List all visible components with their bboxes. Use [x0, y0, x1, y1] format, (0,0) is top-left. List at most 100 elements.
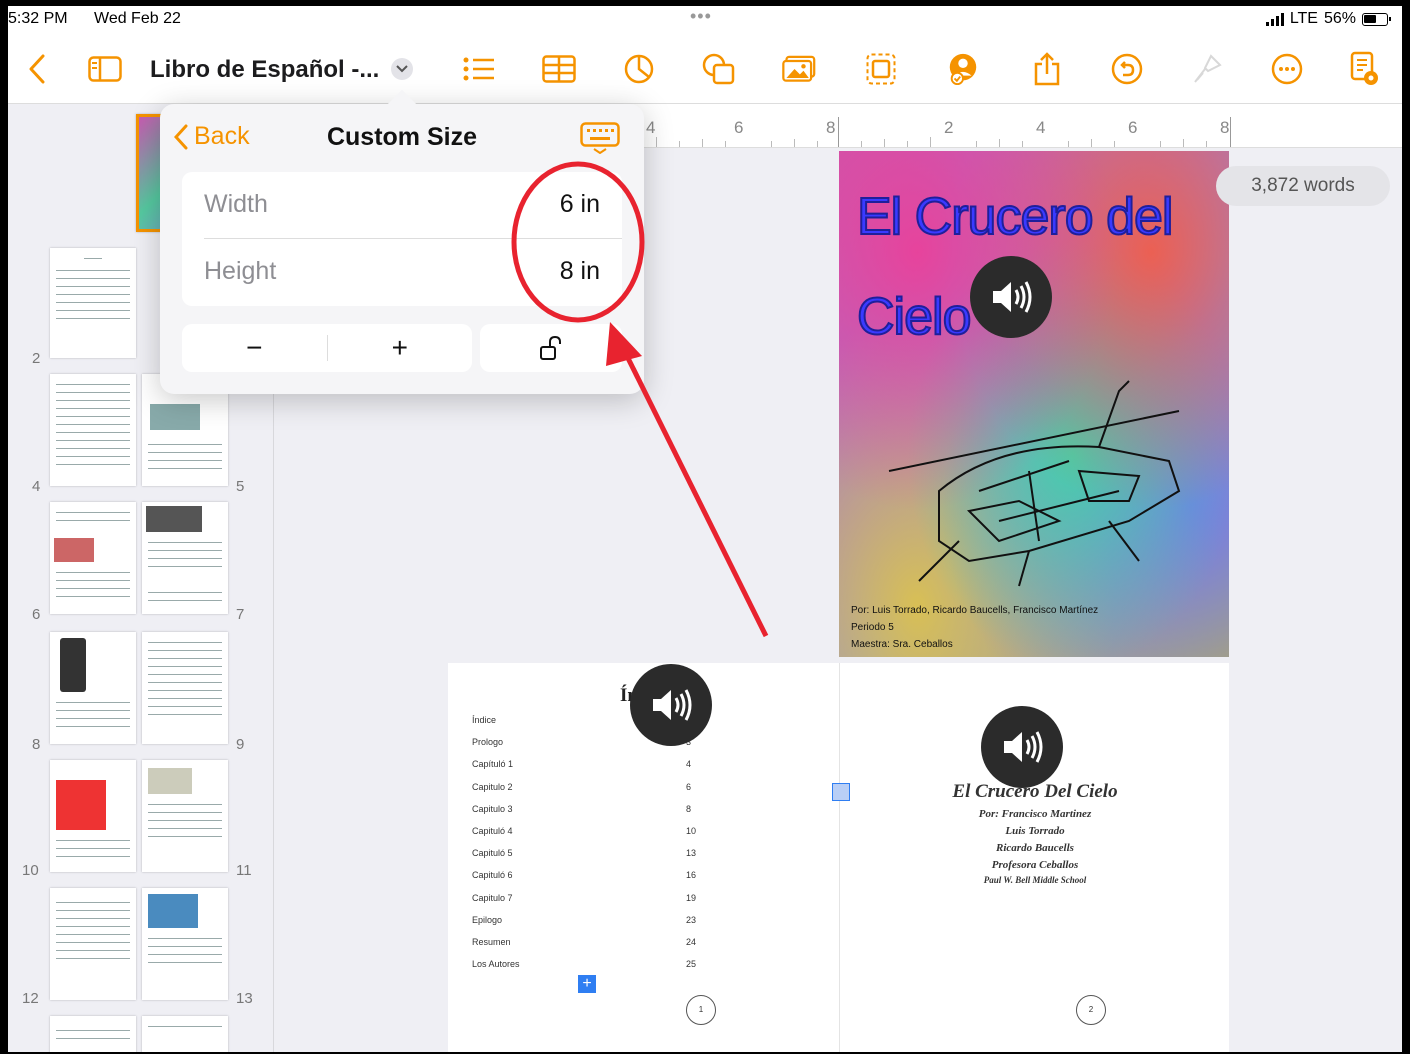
document-title[interactable]: Libro de Español -...	[150, 56, 379, 84]
toc-row-label: Capitulo 2	[472, 781, 513, 792]
cover-title-line1: El Crucero del	[856, 187, 1174, 247]
thumbnail-page-7[interactable]	[142, 502, 228, 614]
thumbnail-page-2[interactable]	[50, 248, 136, 358]
ruler-label: 8	[826, 118, 836, 137]
toc-row-page: 23	[686, 914, 697, 925]
toc-row-label: Capituló 6	[472, 870, 513, 881]
ruler-label: 4	[1036, 118, 1046, 137]
speaker-icon[interactable]	[970, 256, 1052, 338]
toc-row: Capitulo 7 19	[472, 893, 696, 903]
toc-row: Resumen 24	[472, 937, 696, 947]
toc-row-label: Capituló 5	[472, 848, 513, 859]
toc-row-page: 4	[686, 759, 692, 770]
ruler-label: 6	[1128, 118, 1138, 137]
toc-row: Capítuló 1 4	[472, 759, 692, 769]
media-icon[interactable]	[782, 52, 816, 86]
status-date: Wed Feb 22	[94, 10, 181, 27]
popover-title: Custom Size	[326, 123, 478, 151]
thumbnail-page-11[interactable]	[142, 760, 228, 872]
title-page-school-line: Paul W. Bell Middle School	[983, 875, 1087, 885]
ruler-label: 6	[734, 118, 744, 137]
keyboard-icon[interactable]	[580, 122, 620, 159]
battery-percent: 56%	[1323, 10, 1356, 27]
collaborate-icon[interactable]	[946, 52, 980, 86]
battery-icon	[1362, 12, 1391, 26]
cover-credit-teacher: Maestra: Sra. Ceballos	[851, 639, 953, 650]
ruler-label: 2	[944, 118, 954, 137]
page-number-circle: 1	[686, 995, 716, 1025]
status-bar: 5:32 PM Wed Feb 22 ••• LTE 56%	[8, 6, 1402, 34]
title-page-author-line: Ricardo Baucells	[996, 842, 1074, 854]
toc-row: Capituló 6 16	[472, 870, 696, 881]
selection-handle[interactable]	[832, 783, 850, 801]
format-brush-icon[interactable]	[1190, 52, 1224, 86]
width-field[interactable]: Width 6 in	[182, 172, 622, 238]
toc-row-label: Índice	[472, 715, 497, 725]
cover-page[interactable]: El Crucero del Cielo Por: Luis Torrado, …	[839, 151, 1229, 657]
chart-icon[interactable]	[622, 52, 656, 86]
thumbnail-page-14[interactable]	[50, 1016, 136, 1052]
page-number-circle: 2	[1076, 995, 1106, 1025]
status-right: LTE 56%	[1265, 10, 1391, 28]
thumbnail-page-12[interactable]	[50, 888, 136, 1000]
toc-row-page: 10	[686, 826, 697, 836]
add-plus-icon[interactable]: +	[578, 975, 596, 993]
toc-row-page: 25	[686, 959, 697, 970]
toc-row-page: 24	[686, 937, 697, 947]
height-value[interactable]: 8 in	[560, 257, 600, 286]
page-number: 6	[32, 606, 41, 623]
toc-row-label: Prologo	[472, 737, 504, 748]
thumbnail-page-8[interactable]	[50, 632, 136, 744]
toc-row: Capitulo 2 6	[472, 782, 692, 792]
speaker-icon[interactable]	[981, 706, 1063, 788]
table-icon[interactable]	[542, 52, 576, 86]
thumbnail-page-15[interactable]	[142, 1016, 228, 1052]
toc-row-label: Resumen	[472, 937, 511, 947]
page-number: 10	[22, 862, 39, 879]
thumbnail-page-13[interactable]	[142, 888, 228, 1000]
cover-credit-authors: Por: Luis Torrado, Ricardo Baucells, Fra…	[851, 605, 1099, 616]
thumbnail-page-4[interactable]	[50, 374, 136, 486]
height-field[interactable]: Height 8 in	[182, 239, 622, 305]
document-setup-icon[interactable]	[1348, 51, 1382, 86]
status-time: 5:32 PM	[8, 10, 68, 27]
width-value[interactable]: 6 in	[560, 190, 600, 219]
aspect-lock-button[interactable]	[480, 324, 622, 372]
thumbnail-page-6[interactable]	[50, 502, 136, 614]
toc-row-label: Capítuló 1	[472, 759, 514, 770]
more-icon[interactable]	[1270, 52, 1304, 86]
page-number: 7	[236, 606, 245, 623]
toolbar: Libro de Español -...	[8, 34, 1402, 104]
sidebar-toggle-icon[interactable]	[88, 52, 122, 86]
decrement-button[interactable]: −	[182, 332, 327, 364]
page-number: 8	[32, 736, 41, 753]
multitasking-dots-icon[interactable]: •••	[690, 6, 712, 27]
page-number: 11	[236, 862, 252, 879]
toc-row: Capituló 4 10	[472, 826, 696, 836]
toc-row: Capitulo 3 8	[472, 804, 692, 814]
back-chevron-icon[interactable]	[20, 52, 54, 86]
share-icon[interactable]	[1030, 52, 1064, 86]
shapes-icon[interactable]	[702, 52, 736, 86]
thumbnail-page-10[interactable]	[50, 760, 136, 872]
height-label: Height	[204, 257, 277, 285]
bulleted-list-icon[interactable]	[462, 52, 496, 86]
toc-row-page: 6	[686, 781, 692, 792]
increment-button[interactable]: +	[328, 332, 473, 364]
title-page-author-line: Luis Torrado	[1005, 825, 1065, 837]
toc-row: Los Autores 25	[472, 959, 696, 970]
text-box-icon[interactable]	[864, 52, 898, 86]
title-dropdown-icon[interactable]	[391, 58, 413, 80]
toc-row: Capituló 5 13	[472, 848, 696, 859]
toc-row-label: Los Autores	[472, 959, 520, 970]
toc-row-label: Capituló 4	[472, 826, 513, 836]
toc-row-page: 16	[686, 870, 697, 881]
word-count-badge[interactable]: 3,872 words	[1216, 166, 1390, 206]
toc-row-page: 19	[686, 892, 697, 903]
toc-row-label: Epilogo	[472, 914, 503, 925]
thumbnail-page-9[interactable]	[142, 632, 228, 744]
undo-icon[interactable]	[1110, 52, 1144, 86]
size-stepper: − +	[182, 324, 472, 372]
ruler-label: 4	[646, 118, 656, 137]
speaker-icon[interactable]	[630, 664, 712, 746]
